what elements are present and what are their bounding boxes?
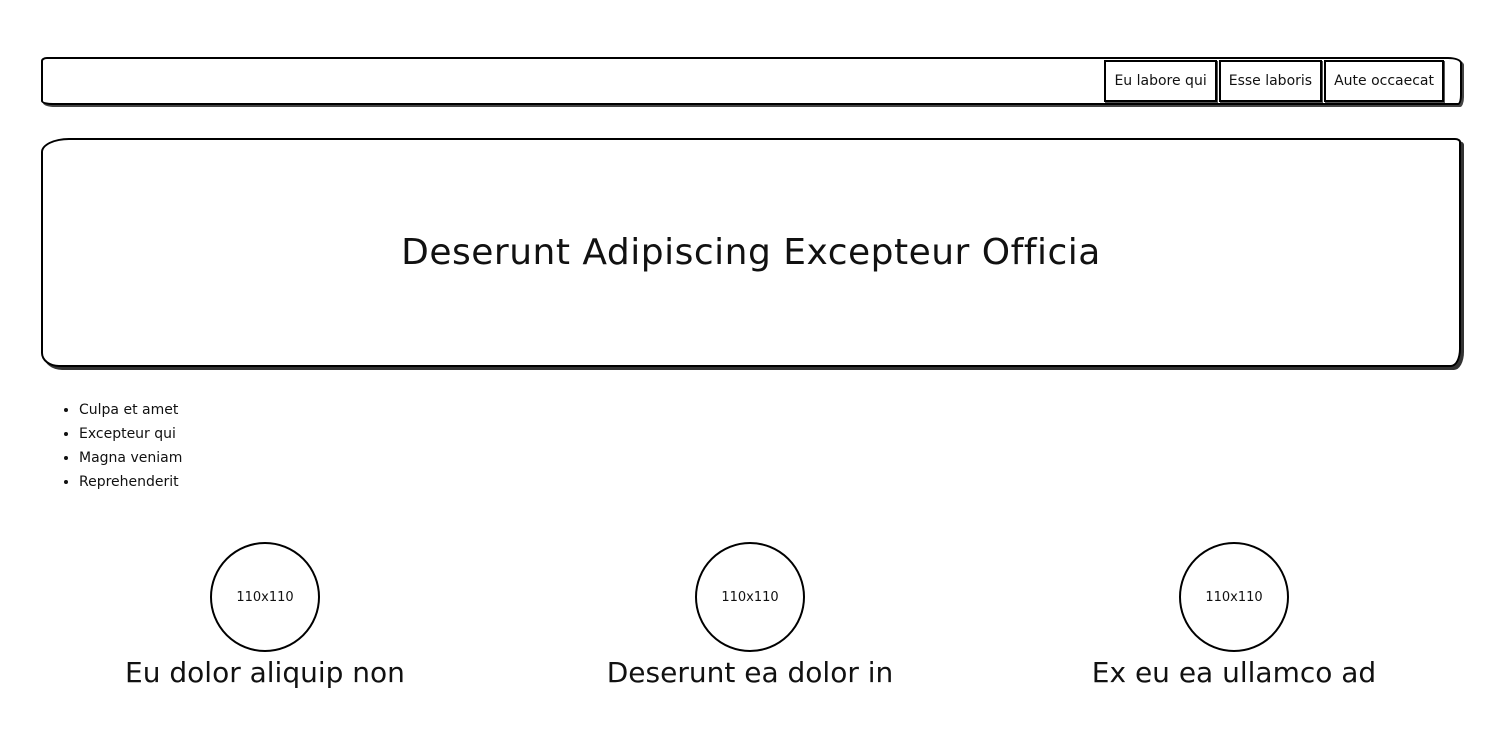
card-title: Ex eu ea ullamco ad <box>1091 656 1377 689</box>
bullet-list: Culpa et amet Excepteur qui Magna veniam… <box>60 398 182 494</box>
card-title: Eu dolor aliquip non <box>125 656 405 689</box>
feature-card: 110x110 Deserunt ea dolor in <box>550 542 950 689</box>
navbar: Eu labore qui Esse laboris Aute occaecat <box>41 57 1462 105</box>
nav-item-esse-laboris[interactable]: Esse laboris <box>1218 60 1323 102</box>
image-placeholder: 110x110 <box>210 542 320 652</box>
list-item: Excepteur qui <box>79 422 182 446</box>
nav-item-eu-labore-qui[interactable]: Eu labore qui <box>1104 60 1217 102</box>
list-item: Reprehenderit <box>79 470 182 494</box>
nav-menu: Eu labore qui Esse laboris Aute occaecat <box>1104 60 1444 102</box>
feature-cards: 110x110 Eu dolor aliquip non 110x110 Des… <box>0 542 1500 702</box>
feature-card: 110x110 Ex eu ea ullamco ad <box>1034 542 1434 689</box>
hero-title: Deserunt Adipiscing Excepteur Officia <box>401 232 1101 273</box>
image-placeholder: 110x110 <box>695 542 805 652</box>
hero-banner: Deserunt Adipiscing Excepteur Officia <box>41 138 1461 367</box>
list-item: Culpa et amet <box>79 398 182 422</box>
list-item: Magna veniam <box>79 446 182 470</box>
card-title: Deserunt ea dolor in <box>606 656 894 689</box>
nav-item-aute-occaecat[interactable]: Aute occaecat <box>1324 60 1444 102</box>
feature-card: 110x110 Eu dolor aliquip non <box>65 542 465 689</box>
image-placeholder: 110x110 <box>1179 542 1289 652</box>
